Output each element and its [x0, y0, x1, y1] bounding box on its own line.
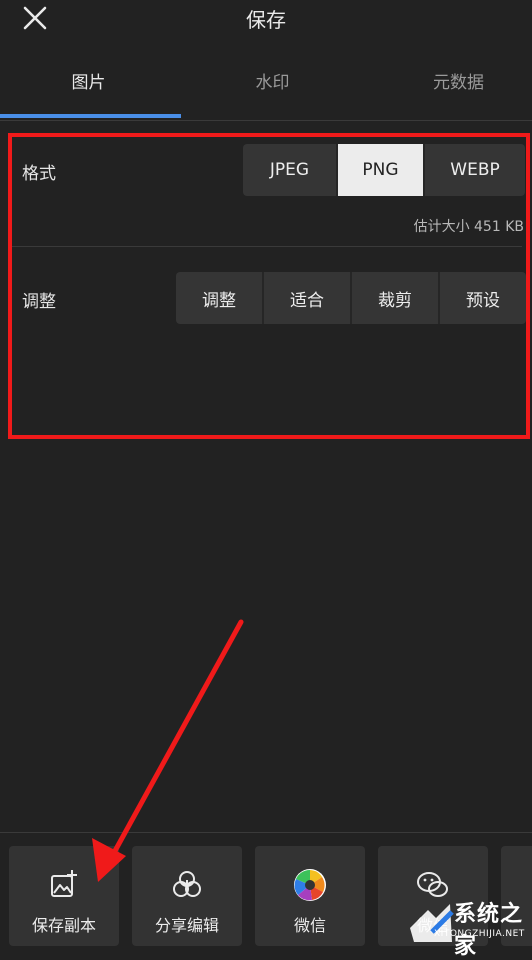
highlight-box [8, 133, 530, 439]
page-title: 保存 [246, 8, 286, 32]
watermark-text: 系统之家 [454, 902, 524, 959]
save-copy-label: 保存副本 [31, 916, 96, 935]
wechat-moments-label: 微信 [293, 916, 326, 935]
tab-image[interactable]: 图片 [0, 68, 177, 93]
share-edit-icon [173, 871, 201, 897]
tab-watermark[interactable]: 水印 [184, 68, 361, 93]
share-edit-label: 分享编辑 [154, 916, 219, 935]
active-tab-indicator [0, 114, 181, 118]
save-copy-button[interactable]: 保存副本 [9, 846, 119, 946]
wechat-moments-button[interactable]: 微信 [255, 846, 365, 946]
tab-bar: 图片 水印 元数据 [0, 54, 532, 121]
tab-metadata[interactable]: 元数据 [370, 68, 532, 93]
watermark-subtext: XITONGZHIJIA.NET [434, 929, 525, 939]
save-copy-icon [51, 870, 77, 897]
share-edit-button[interactable]: 分享编辑 [132, 846, 242, 946]
bottom-divider [0, 832, 532, 833]
top-bar: 保存 [0, 0, 532, 40]
wechat-moments-icon [294, 869, 326, 901]
